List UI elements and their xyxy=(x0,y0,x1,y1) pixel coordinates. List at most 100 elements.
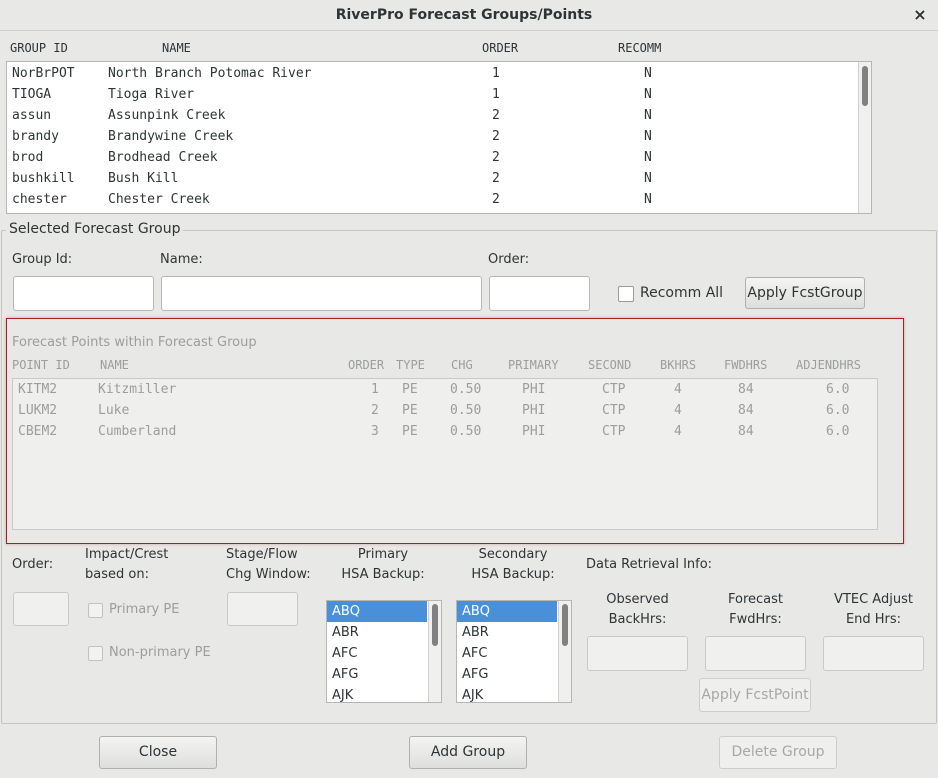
apply-fcst-point-button[interactable]: Apply FcstPoint xyxy=(699,678,811,712)
group-recomm-cell: N xyxy=(644,192,652,207)
pt-col-header-primary: PRIMARY xyxy=(508,358,559,372)
group-name-cell: Assunpink Creek xyxy=(108,108,226,123)
secondary-hsa-scroll-thumb[interactable] xyxy=(562,604,568,646)
delete-group-button[interactable]: Delete Group xyxy=(719,736,837,769)
list-item[interactable]: ABQ xyxy=(457,601,557,622)
forecast-label-2: FwdHrs: xyxy=(729,612,782,627)
point-fwdhrs-cell: 84 xyxy=(738,403,754,418)
nonprimary-pe-radio[interactable] xyxy=(88,646,103,661)
secondary-hsa-label-2: HSA Backup: xyxy=(471,567,555,582)
forecast-groups-list[interactable]: NorBrPOT North Branch Potomac River 1 N … xyxy=(6,61,872,214)
list-item[interactable]: ABR xyxy=(327,622,427,643)
primary-hsa-scrollbar[interactable] xyxy=(428,601,441,702)
point-order-cell: 1 xyxy=(371,382,379,397)
pt-col-header-bkhrs: BKHRS xyxy=(660,358,697,372)
pt-col-header-chg: CHG xyxy=(451,358,473,372)
add-group-button[interactable]: Add Group xyxy=(409,736,527,769)
order-label: Order: xyxy=(488,252,530,267)
name-label: Name: xyxy=(160,252,203,267)
observed-backhrs-input[interactable] xyxy=(587,636,688,671)
group-recomm-cell: N xyxy=(644,150,652,165)
group-id-input[interactable] xyxy=(13,276,154,311)
primary-pe-label[interactable]: Primary PE xyxy=(109,602,179,617)
list-item[interactable]: AFG xyxy=(327,664,427,685)
table-row[interactable]: assun Assunpink Creek 2 N xyxy=(7,105,859,126)
groups-list-scrollbar[interactable] xyxy=(858,62,871,213)
group-recomm-cell: N xyxy=(644,108,652,123)
table-row: KITM2 Kitzmiller 1 PE 0.50 PHI CTP 4 84 … xyxy=(13,379,865,400)
list-item[interactable]: AFG xyxy=(457,664,557,685)
chg-window-input[interactable] xyxy=(227,592,298,626)
forecast-fwdhrs-input[interactable] xyxy=(705,636,806,671)
point-primary-cell: PHI xyxy=(522,424,546,439)
selected-group-legend: Selected Forecast Group xyxy=(6,221,184,237)
point-name-cell: Luke xyxy=(98,403,130,418)
window-title: RiverPro Forecast Groups/Points xyxy=(335,7,593,23)
point-bkhrs-cell: 4 xyxy=(674,382,682,397)
table-row[interactable]: bushkill Bush Kill 2 N xyxy=(7,168,859,189)
recomm-all-checkbox[interactable] xyxy=(618,286,634,302)
point-second-cell: CTP xyxy=(602,424,626,439)
chg-window-label-1: Stage/Flow xyxy=(226,547,298,562)
group-name-cell: Brodhead Creek xyxy=(108,150,218,165)
recomm-all-label[interactable]: Recomm All xyxy=(640,285,723,301)
point-name-cell: Cumberland xyxy=(98,424,177,439)
point-id-cell: LUKM2 xyxy=(18,403,58,418)
vtec-endhrs-input[interactable] xyxy=(823,636,924,671)
group-order-cell: 2 xyxy=(492,192,500,207)
group-name-input[interactable] xyxy=(161,276,482,311)
col-header-recomm[interactable]: RECOMM xyxy=(618,41,661,55)
secondary-hsa-scrollbar[interactable] xyxy=(558,601,571,702)
table-row[interactable]: TIOGA Tioga River 1 N xyxy=(7,84,859,105)
point-order-label: Order: xyxy=(12,557,54,572)
point-order-cell: 2 xyxy=(371,403,379,418)
list-item[interactable]: AJK xyxy=(327,685,427,702)
list-item[interactable]: ABQ xyxy=(327,601,427,622)
group-id-cell: assun xyxy=(12,108,52,123)
point-type-cell: PE xyxy=(402,403,418,418)
group-order-cell: 1 xyxy=(492,66,500,81)
groups-list-scroll-thumb[interactable] xyxy=(862,66,868,106)
primary-hsa-scroll-thumb[interactable] xyxy=(432,604,438,646)
table-row[interactable]: brandy Brandywine Creek 2 N xyxy=(7,126,859,147)
point-type-cell: PE xyxy=(402,382,418,397)
col-header-group-id[interactable]: GROUP ID xyxy=(10,41,68,55)
table-row[interactable]: brod Brodhead Creek 2 N xyxy=(7,147,859,168)
forecast-label-1: Forecast xyxy=(727,592,783,607)
group-name-cell: Brandywine Creek xyxy=(108,129,234,144)
pt-col-header-order: ORDER xyxy=(348,358,385,372)
group-order-cell: 2 xyxy=(492,129,500,144)
forecast-points-list: KITM2 Kitzmiller 1 PE 0.50 PHI CTP 4 84 … xyxy=(12,378,878,530)
point-adjendhrs-cell: 6.0 xyxy=(826,424,850,439)
group-order-input[interactable] xyxy=(489,276,590,311)
point-bkhrs-cell: 4 xyxy=(674,424,682,439)
point-order-input[interactable] xyxy=(13,592,69,626)
table-row[interactable]: NorBrPOT North Branch Potomac River 1 N xyxy=(7,63,859,84)
point-second-cell: CTP xyxy=(602,382,626,397)
primary-pe-radio[interactable] xyxy=(88,603,103,618)
group-id-cell: brod xyxy=(12,150,44,165)
table-row[interactable]: chester Chester Creek 2 N xyxy=(7,189,859,210)
list-item[interactable]: AFC xyxy=(327,643,427,664)
group-order-cell: 2 xyxy=(492,108,500,123)
list-item[interactable]: AFC xyxy=(457,643,557,664)
group-recomm-cell: N xyxy=(644,66,652,81)
col-header-order[interactable]: ORDER xyxy=(482,41,518,55)
group-order-cell: 2 xyxy=(492,150,500,165)
impact-crest-label-2: based on: xyxy=(85,567,149,582)
group-id-cell: bushkill xyxy=(12,171,75,186)
apply-fcst-group-button[interactable]: Apply FcstGroup xyxy=(745,277,865,309)
close-button[interactable]: Close xyxy=(99,736,217,769)
group-recomm-cell: N xyxy=(644,171,652,186)
secondary-hsa-list[interactable]: ABQ ABR AFC AFG AJK xyxy=(456,600,572,703)
forecast-points-legend: Forecast Points within Forecast Group xyxy=(12,335,257,350)
col-header-name[interactable]: NAME xyxy=(162,41,191,55)
group-order-cell: 2 xyxy=(492,171,500,186)
point-primary-cell: PHI xyxy=(522,403,546,418)
list-item[interactable]: AJK xyxy=(457,685,557,702)
close-icon[interactable]: × xyxy=(910,5,930,25)
vtec-label-2: End Hrs: xyxy=(845,612,902,627)
list-item[interactable]: ABR xyxy=(457,622,557,643)
nonprimary-pe-label[interactable]: Non-primary PE xyxy=(109,645,211,660)
primary-hsa-list[interactable]: ABQ ABR AFC AFG AJK xyxy=(326,600,442,703)
